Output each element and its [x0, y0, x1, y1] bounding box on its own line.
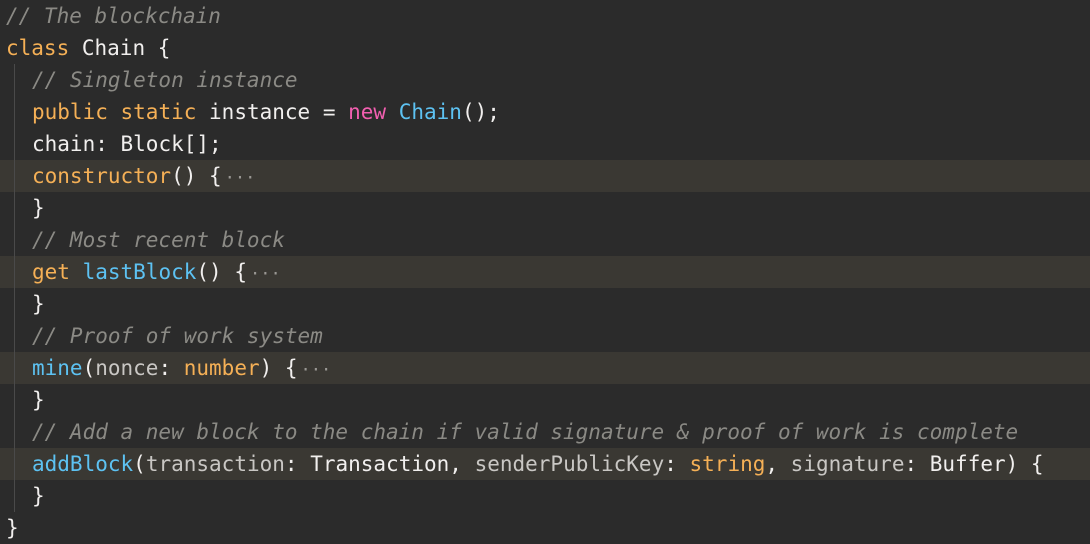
assign-operator: = — [310, 100, 349, 124]
indent-guide — [14, 256, 15, 288]
signature-tail: ) { — [259, 356, 298, 380]
indent-guide — [14, 288, 15, 320]
indent-guide — [14, 160, 15, 192]
code-line-15: addBlock(transaction: Transaction, sende… — [0, 448, 1090, 480]
method-name: mine — [32, 356, 83, 380]
call-tail: (); — [461, 100, 500, 124]
new-keyword: new — [348, 100, 387, 124]
code-line-7: } — [0, 192, 1090, 224]
folded-region-ellipsis[interactable]: ··· — [225, 168, 256, 188]
type-name: Buffer — [929, 452, 1006, 476]
type-colon: : — [95, 132, 121, 156]
comment: // Add a new block to the chain if valid… — [32, 420, 1019, 444]
close-brace: } — [32, 484, 45, 508]
close-brace: } — [6, 516, 19, 540]
indent-guide — [14, 64, 15, 96]
code-line-17: } — [0, 512, 1090, 544]
indent-guide — [14, 224, 15, 256]
type-name: Transaction — [310, 452, 450, 476]
code-line-5: chain: Block[]; — [0, 128, 1090, 160]
code-line-9-folded[interactable]: get lastBlock() {··· — [0, 256, 1090, 288]
class-keyword: class — [6, 36, 70, 60]
signature-tail: () { — [171, 164, 222, 188]
parameter-name: signature — [790, 452, 905, 476]
open-paren: ( — [133, 452, 146, 476]
indent-guide — [14, 96, 15, 128]
param-separator: , — [449, 452, 475, 476]
indent-guide — [14, 320, 15, 352]
open-brace: { — [145, 36, 171, 60]
method-name: addBlock — [32, 452, 134, 476]
code-line-10: } — [0, 288, 1090, 320]
indent-guide — [14, 416, 15, 448]
code-line-12-folded[interactable]: mine(nonce: number) {··· — [0, 352, 1090, 384]
comment: // Most recent block — [32, 228, 285, 252]
comment: // Proof of work system — [32, 324, 323, 348]
method-name: lastBlock — [82, 260, 197, 284]
type-name: string — [689, 452, 766, 476]
param-separator: , — [765, 452, 791, 476]
code-line-13: } — [0, 384, 1090, 416]
indent-guide — [14, 128, 15, 160]
array-tail: []; — [183, 132, 222, 156]
close-brace: } — [32, 388, 45, 412]
close-brace: } — [32, 292, 45, 316]
code-line-3: // Singleton instance — [0, 64, 1090, 96]
type-colon: : — [284, 452, 311, 476]
type-name: number — [183, 356, 260, 380]
type-colon: : — [158, 356, 184, 380]
code-line-8: // Most recent block — [0, 224, 1090, 256]
indent-guide — [14, 480, 15, 512]
code-line-4: public static instance = new Chain(); — [0, 96, 1090, 128]
indent-guide — [14, 384, 15, 416]
signature-tail: () { — [196, 260, 247, 284]
type-colon: : — [904, 452, 930, 476]
close-brace: } — [32, 196, 45, 220]
code-editor[interactable]: // The blockchain class Chain { // Singl… — [0, 0, 1090, 541]
property-name: chain — [32, 132, 96, 156]
comment: // Singleton instance — [32, 68, 298, 92]
indent-guide — [14, 448, 15, 480]
class-name: Chain — [81, 36, 146, 60]
folded-region-ellipsis[interactable]: ··· — [250, 264, 281, 284]
property-name: instance — [209, 100, 311, 124]
folded-region-ellipsis[interactable]: ··· — [301, 360, 332, 380]
code-line-16: } — [0, 480, 1090, 512]
indent-guide — [14, 192, 15, 224]
code-line-14: // Add a new block to the chain if valid… — [0, 416, 1090, 448]
open-paren: ( — [82, 356, 96, 380]
parameter-name: transaction — [145, 452, 285, 476]
code-line-11: // Proof of work system — [0, 320, 1090, 352]
type-colon: : — [664, 452, 690, 476]
parameter-name: senderPublicKey — [474, 452, 665, 476]
constructor-call: Chain — [398, 100, 462, 124]
constructor-keyword: constructor — [32, 164, 172, 188]
get-keyword: get — [32, 260, 70, 284]
signature-tail: ) { — [1005, 452, 1044, 476]
public-keyword: public — [32, 100, 108, 124]
code-line-1: // The blockchain — [0, 0, 1090, 32]
static-keyword: static — [120, 100, 197, 124]
indent-guide — [14, 352, 15, 384]
type-name: Block — [120, 132, 184, 156]
code-line-2: class Chain { — [0, 32, 1090, 64]
comment: // The blockchain — [6, 4, 221, 28]
parameter-name: nonce — [95, 356, 159, 380]
code-line-6-folded[interactable]: constructor() {··· — [0, 160, 1090, 192]
